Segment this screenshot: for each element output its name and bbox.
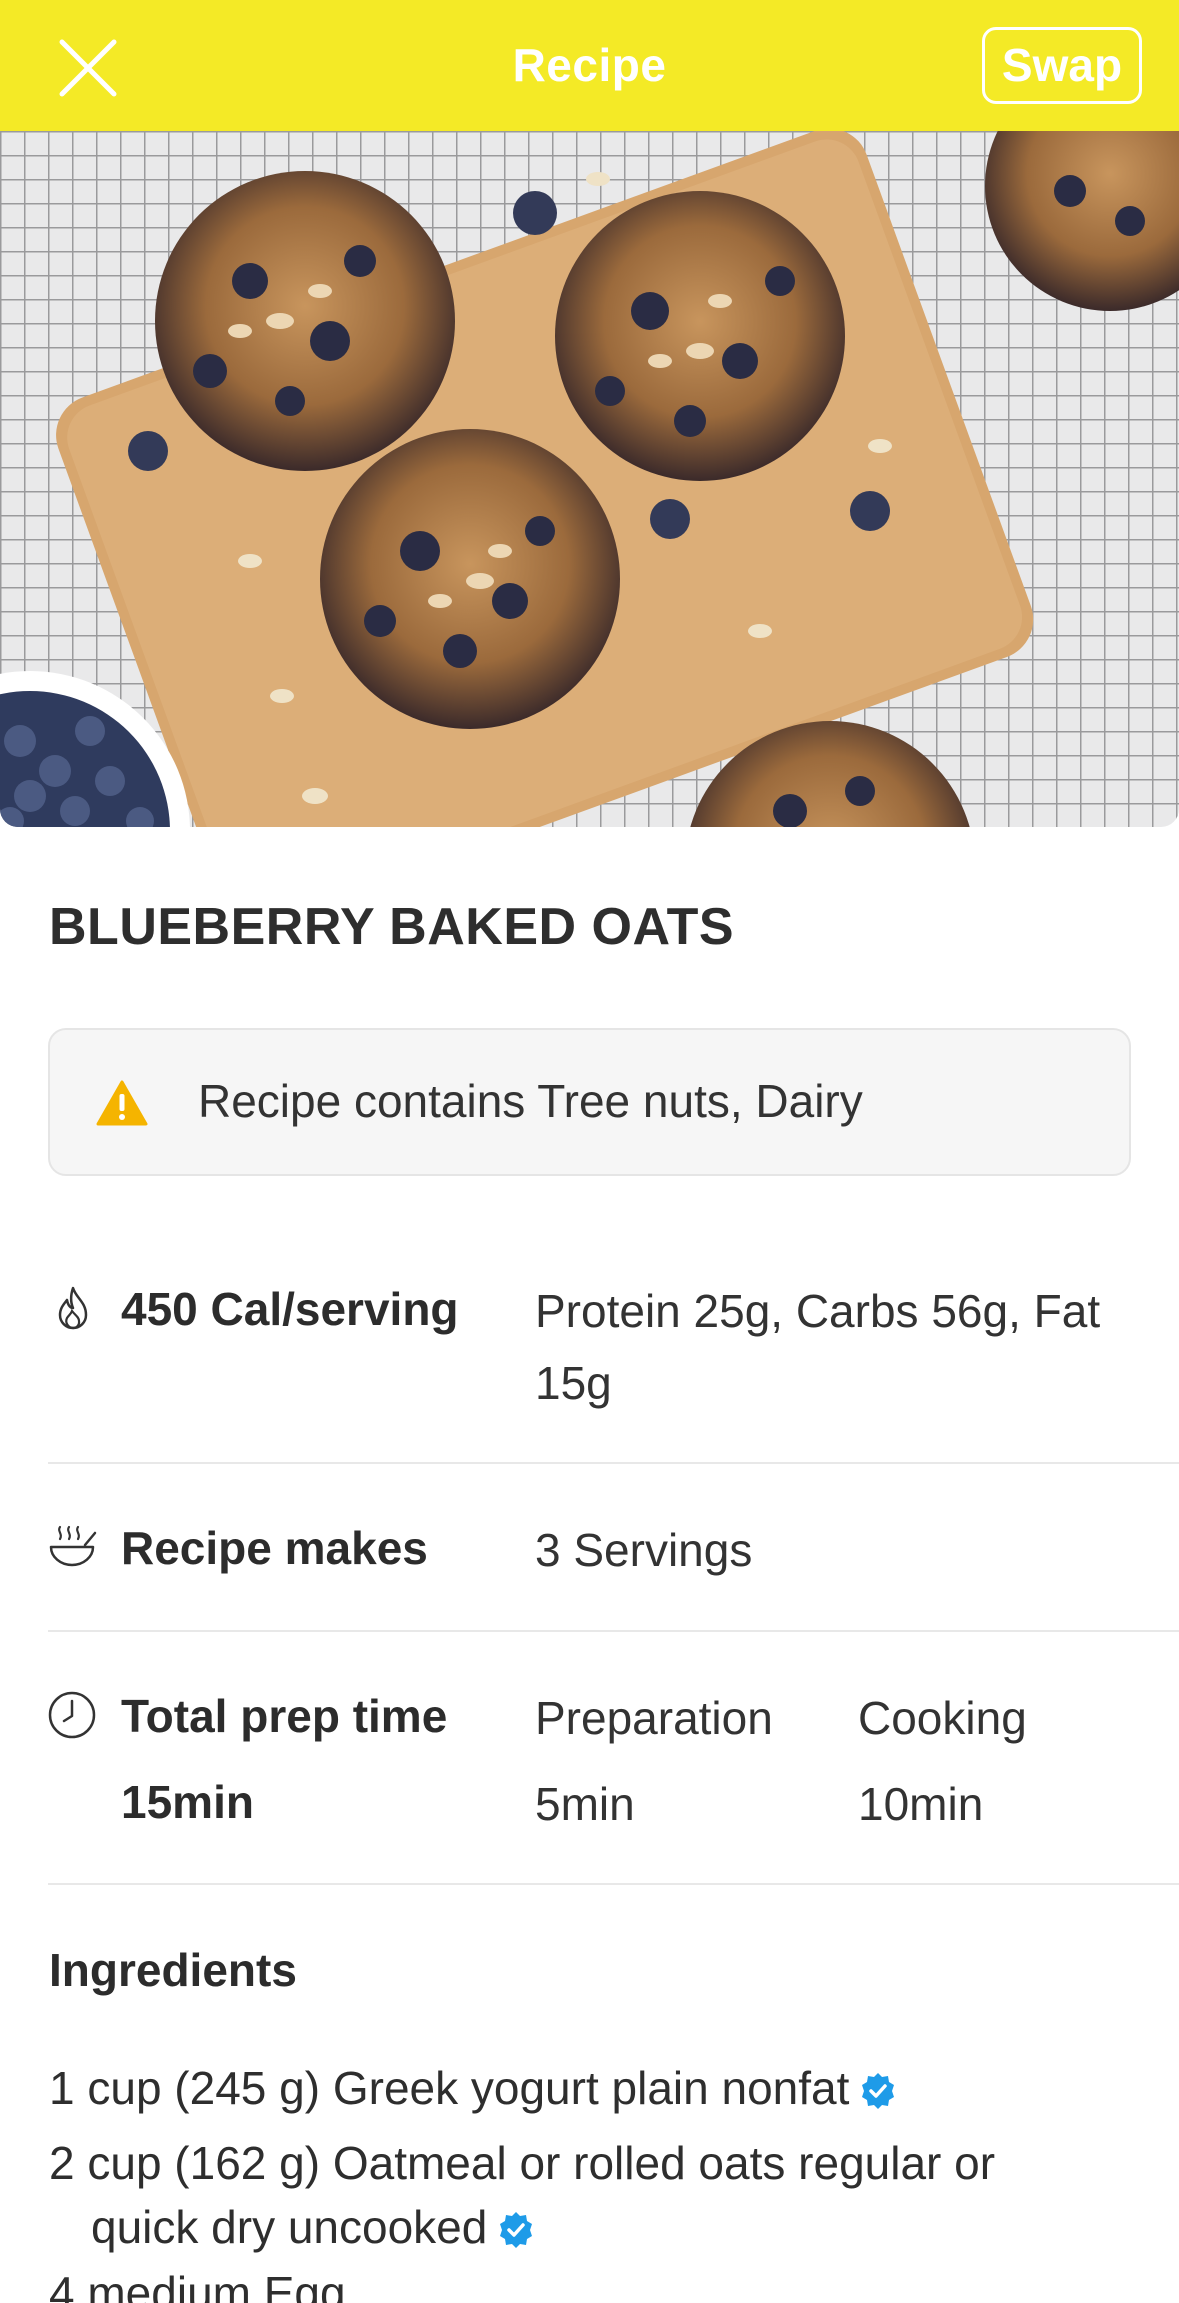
flame-icon bbox=[58, 1286, 88, 1330]
prep-time-label: Total prep time bbox=[121, 1690, 448, 1742]
verified-badge-icon bbox=[862, 2073, 895, 2109]
recipe-makes-label: Recipe makes bbox=[121, 1522, 428, 1574]
ingredient-text: 1 cup (245 g) Greek yogurt plain nonfat bbox=[49, 2062, 850, 2114]
verified-badge-icon bbox=[500, 2212, 533, 2248]
swap-button[interactable]: Swap bbox=[982, 27, 1142, 104]
warning-icon bbox=[96, 1080, 148, 1126]
recipe-photo bbox=[0, 131, 1179, 827]
preparation-value: 5min bbox=[535, 1778, 635, 1830]
ingredient-text-continued: quick dry uncooked bbox=[91, 2201, 488, 2253]
ingredient-item[interactable]: 2 cup (162 g) Oatmeal or rolled oats reg… bbox=[49, 2131, 995, 2259]
servings-value: 3 Servings bbox=[535, 1524, 753, 1576]
allergen-warning: Recipe contains Tree nuts, Dairy bbox=[48, 1028, 1131, 1176]
cooking-label: Cooking bbox=[858, 1692, 1027, 1744]
prep-time-total: 15min bbox=[121, 1776, 254, 1828]
calories-label: 450 Cal/serving bbox=[121, 1283, 459, 1335]
preparation-label: Preparation bbox=[535, 1692, 773, 1744]
clock-icon bbox=[48, 1691, 96, 1739]
macros-text: Protein 25g, Carbs 56g, Fat 15g bbox=[535, 1275, 1100, 1419]
ingredient-item[interactable]: 1 cup (245 g) Greek yogurt plain nonfat bbox=[49, 2056, 897, 2120]
macros-line-2: 15g bbox=[535, 1357, 612, 1409]
divider bbox=[48, 1630, 1179, 1632]
recipe-title: BLUEBERRY BAKED OATS bbox=[49, 898, 735, 956]
top-bar: Recipe Swap bbox=[0, 0, 1179, 131]
ingredient-item[interactable]: 4 medium Egg bbox=[49, 2261, 346, 2303]
ingredient-text: 2 cup (162 g) Oatmeal or rolled oats reg… bbox=[49, 2137, 996, 2189]
divider bbox=[48, 1883, 1179, 1885]
cooking-value: 10min bbox=[858, 1778, 984, 1830]
allergen-text: Recipe contains Tree nuts, Dairy bbox=[198, 1075, 863, 1127]
macros-line-1: Protein 25g, Carbs 56g, Fat bbox=[535, 1285, 1101, 1337]
ingredient-text: 4 medium Egg bbox=[49, 2267, 346, 2303]
bowl-icon bbox=[49, 1525, 97, 1567]
divider bbox=[48, 1462, 1179, 1464]
ingredients-heading: Ingredients bbox=[49, 1944, 297, 1996]
